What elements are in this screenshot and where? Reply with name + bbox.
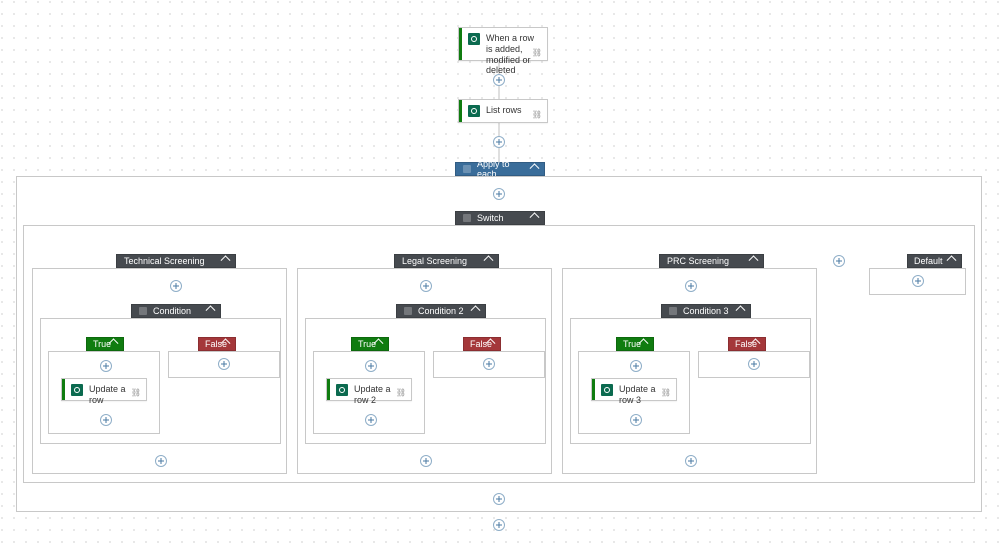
add-step-button[interactable] — [493, 519, 505, 531]
add-step-button[interactable] — [365, 360, 377, 372]
loop-icon — [463, 165, 471, 173]
connection-icon: ⛓ — [532, 48, 542, 57]
dataverse-icon — [601, 384, 613, 396]
dataverse-icon — [468, 105, 480, 117]
add-step-button[interactable] — [365, 414, 377, 426]
switch-icon — [463, 214, 471, 222]
condition-icon — [139, 307, 147, 315]
case-header-prc[interactable]: PRC Screening — [659, 254, 764, 268]
condition-header-2[interactable]: Condition 2 — [396, 304, 486, 318]
condition-header-3[interactable]: Condition 3 — [661, 304, 751, 318]
connection-icon: ⛓ — [532, 110, 542, 119]
add-step-button[interactable] — [493, 74, 505, 86]
true-header-3[interactable]: True — [616, 337, 654, 351]
action-card-2[interactable]: Update a row 2 ⛓ — [326, 378, 412, 401]
apply-to-each-header[interactable]: Apply to each — [455, 162, 545, 176]
dataverse-icon — [336, 384, 348, 396]
list-rows-card[interactable]: List rows ⛓ — [458, 99, 548, 123]
true-header-2[interactable]: True — [351, 337, 389, 351]
add-step-button[interactable] — [100, 414, 112, 426]
trigger-card[interactable]: When a row is added, modified or deleted… — [458, 27, 548, 61]
case-header-technical[interactable]: Technical Screening — [116, 254, 236, 268]
false-header-3[interactable]: False — [728, 337, 766, 351]
add-step-button[interactable] — [912, 275, 924, 287]
case-header-legal[interactable]: Legal Screening — [394, 254, 499, 268]
add-case-button[interactable] — [833, 255, 845, 267]
false-header-2[interactable]: False — [463, 337, 501, 351]
switch-header[interactable]: Switch — [455, 211, 545, 225]
chevron-up-icon — [530, 163, 540, 173]
action-card-3[interactable]: Update a row 3 ⛓ — [591, 378, 677, 401]
true-header-1[interactable]: True — [86, 337, 124, 351]
condition-icon — [669, 307, 677, 315]
add-step-button[interactable] — [170, 280, 182, 292]
add-step-button[interactable] — [420, 455, 432, 467]
condition-icon — [404, 307, 412, 315]
action-card-1[interactable]: Update a row ⛓ — [61, 378, 147, 401]
connection-icon: ⛓ — [131, 388, 141, 397]
add-step-button[interactable] — [420, 280, 432, 292]
switch-label: Switch — [477, 213, 504, 223]
add-step-button[interactable] — [483, 358, 495, 370]
add-step-button[interactable] — [748, 358, 760, 370]
chevron-up-icon — [221, 255, 231, 265]
false-header-1[interactable]: False — [198, 337, 236, 351]
add-step-button[interactable] — [685, 455, 697, 467]
chevron-up-icon — [484, 255, 494, 265]
default-header[interactable]: Default — [907, 254, 962, 268]
add-step-button[interactable] — [493, 188, 505, 200]
chevron-up-icon — [749, 255, 759, 265]
connection-icon: ⛓ — [661, 388, 671, 397]
add-step-button[interactable] — [155, 455, 167, 467]
add-step-button[interactable] — [630, 414, 642, 426]
add-step-button[interactable] — [218, 358, 230, 370]
add-step-button[interactable] — [493, 493, 505, 505]
chevron-up-icon — [206, 305, 216, 315]
dataverse-icon — [71, 384, 83, 396]
add-step-button[interactable] — [493, 136, 505, 148]
chevron-up-icon — [947, 255, 957, 265]
chevron-up-icon — [736, 305, 746, 315]
add-step-button[interactable] — [630, 360, 642, 372]
connection-icon: ⛓ — [396, 388, 406, 397]
dataverse-icon — [468, 33, 480, 45]
chevron-up-icon — [471, 305, 481, 315]
list-rows-label: List rows — [486, 105, 522, 116]
condition-header-1[interactable]: Condition — [131, 304, 221, 318]
add-step-button[interactable] — [100, 360, 112, 372]
chevron-up-icon — [530, 212, 540, 222]
add-step-button[interactable] — [685, 280, 697, 292]
